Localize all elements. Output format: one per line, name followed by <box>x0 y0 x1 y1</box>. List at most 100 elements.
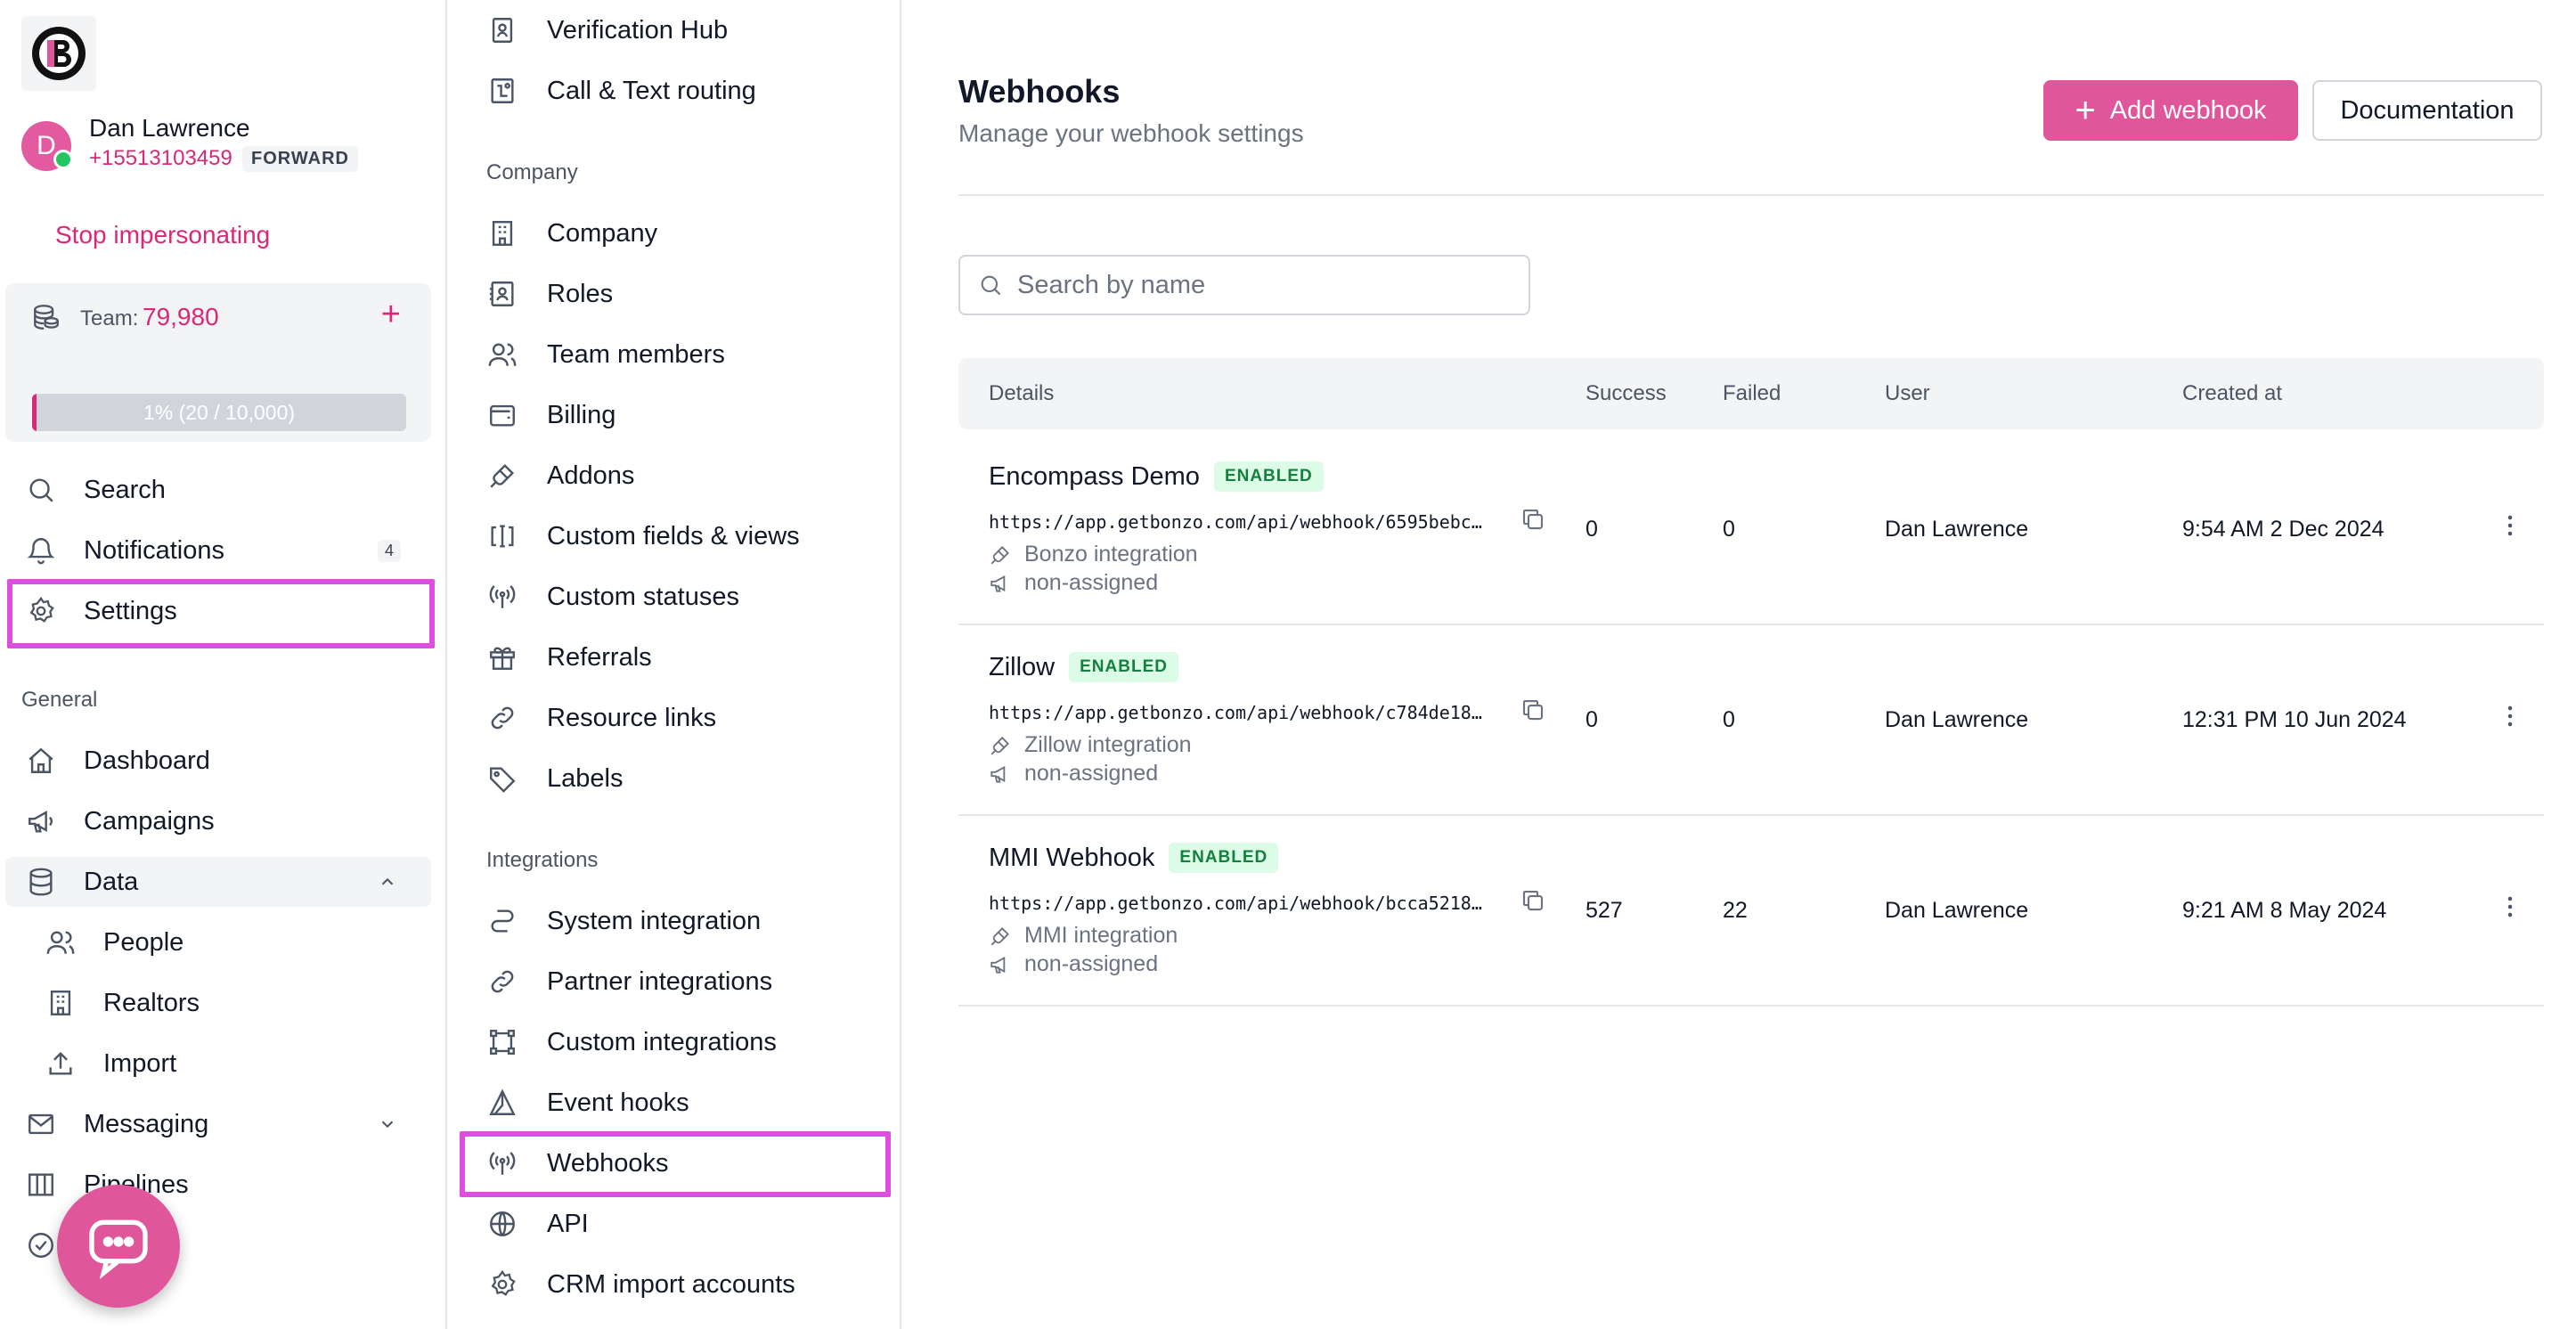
user-phone: +15513103459 <box>89 146 232 170</box>
app-logo[interactable] <box>21 16 96 91</box>
notifications-count-badge: 4 <box>377 539 401 562</box>
search-icon <box>978 273 1003 298</box>
documentation-button[interactable]: Documentation <box>2312 80 2542 141</box>
chat-bubble-icon <box>89 1219 148 1280</box>
integration-info: Zillow integration <box>989 732 1192 758</box>
nav-data[interactable]: Data <box>5 857 431 907</box>
users-icon <box>486 338 518 371</box>
chat-support-button[interactable] <box>57 1185 180 1308</box>
nav-import[interactable]: Import <box>45 1039 451 1088</box>
settings-item-label: Custom statuses <box>547 582 739 611</box>
status-badge: ENABLED <box>1069 652 1178 682</box>
nav-people[interactable]: People <box>45 917 451 967</box>
plus-icon: + <box>2075 91 2096 130</box>
plug-icon <box>486 460 518 492</box>
settings-item-api[interactable]: API <box>486 1199 589 1249</box>
table-row[interactable]: Zillow ENABLED https://app.getbonzo.com/… <box>958 625 2544 816</box>
webhook-name-text: Encompass Demo <box>989 461 1200 491</box>
settings-item-label: Resource links <box>547 703 717 732</box>
nav-search[interactable]: Search <box>25 465 431 515</box>
copy-icon <box>1522 509 1544 530</box>
settings-item-custom-statuses[interactable]: Custom statuses <box>486 572 739 622</box>
megaphone-icon <box>990 575 1006 592</box>
settings-item-partner-integrations[interactable]: Partner integrations <box>486 957 772 1007</box>
settings-item-webhooks[interactable]: Webhooks <box>486 1138 669 1188</box>
integration-label: Zillow integration <box>1024 732 1192 757</box>
nav-campaigns-label: Campaigns <box>84 806 215 836</box>
col-created: Created at <box>2182 381 2283 405</box>
settings-item-referrals[interactable]: Referrals <box>486 632 652 682</box>
success-count: 0 <box>1586 517 1598 542</box>
search-input[interactable] <box>1017 270 1516 300</box>
wallet-icon <box>486 399 518 431</box>
routing-icon <box>486 75 518 107</box>
settings-item-labels[interactable]: Labels <box>486 754 623 803</box>
nav-people-label: People <box>103 927 184 957</box>
settings-item-label: Roles <box>547 279 614 308</box>
webhook-name: MMI Webhook ENABLED <box>989 843 1279 873</box>
col-details: Details <box>989 381 1055 405</box>
nav-notifications[interactable]: Notifications 4 <box>25 526 431 575</box>
settings-item-billing[interactable]: Billing <box>486 390 615 440</box>
stop-impersonating-link[interactable]: Stop impersonating <box>55 221 270 249</box>
add-webhook-button[interactable]: + Add webhook <box>2043 80 2298 141</box>
settings-item-custom-fields[interactable]: Custom fields & views <box>486 511 800 561</box>
failed-count: 0 <box>1723 517 1735 542</box>
integration-label: MMI integration <box>1024 923 1178 948</box>
webhook-name-text: Zillow <box>989 652 1056 681</box>
settings-item-company[interactable]: Company <box>486 208 657 258</box>
user-avatar[interactable]: D <box>21 121 73 171</box>
team-credits-card: Team: 79,980 + 1% (20 / 10,000) <box>5 283 431 442</box>
usage-progress-bar: 1% (20 / 10,000) <box>32 394 406 431</box>
row-menu-button[interactable] <box>2494 700 2526 732</box>
row-menu-button[interactable] <box>2494 510 2526 542</box>
settings-item-label: Labels <box>547 763 624 793</box>
created-at-cell: 9:54 AM 2 Dec 2024 <box>2182 517 2384 542</box>
settings-item-label: Verification Hub <box>547 15 729 45</box>
nav-dashboard-label: Dashboard <box>84 746 210 775</box>
col-user: User <box>1885 381 1930 405</box>
settings-item-team-members[interactable]: Team members <box>486 330 725 379</box>
failed-count: 22 <box>1723 898 1748 923</box>
settings-item-resource-links[interactable]: Resource links <box>486 693 716 743</box>
settings-item-event-hooks[interactable]: Event hooks <box>486 1078 689 1128</box>
user-name: Dan Lawrence <box>89 114 250 142</box>
settings-item-call-text-routing[interactable]: Call & Text routing <box>486 66 756 116</box>
plug-icon <box>990 736 1009 754</box>
table-row[interactable]: MMI Webhook ENABLED https://app.getbonzo… <box>958 816 2544 1007</box>
search-box[interactable] <box>958 255 1530 315</box>
plug-icon <box>990 926 1009 945</box>
settings-item-roles[interactable]: Roles <box>486 269 613 319</box>
settings-item-verification-hub[interactable]: Verification Hub <box>486 5 728 55</box>
copy-url-button[interactable] <box>1520 697 1546 723</box>
add-credits-button[interactable]: + <box>381 298 401 331</box>
integration-info: Bonzo integration <box>989 542 1198 567</box>
nav-realtors[interactable]: Realtors <box>45 978 451 1028</box>
settings-item-label: Company <box>547 218 658 248</box>
settings-item-addons[interactable]: Addons <box>486 451 634 501</box>
nav-settings[interactable]: Settings <box>25 586 431 636</box>
webhook-url: https://app.getbonzo.com/api/webhook/bcc… <box>989 893 1482 914</box>
failed-count: 0 <box>1723 707 1735 732</box>
header-divider <box>958 194 2544 196</box>
id-badge-icon <box>486 14 518 46</box>
swirl-icon <box>486 905 518 937</box>
copy-url-button[interactable] <box>1520 506 1546 533</box>
settings-item-custom-integrations[interactable]: Custom integrations <box>486 1017 777 1067</box>
settings-item-crm-import[interactable]: CRM import accounts <box>486 1260 795 1309</box>
nav-messaging[interactable]: Messaging <box>25 1099 431 1149</box>
created-at-cell: 9:21 AM 8 May 2024 <box>2182 898 2387 923</box>
link-icon <box>486 966 518 998</box>
nav-data-label: Data <box>84 867 139 896</box>
copy-url-button[interactable] <box>1520 887 1546 914</box>
row-menu-button[interactable] <box>2494 891 2526 923</box>
nav-search-label: Search <box>84 475 166 504</box>
main-sidebar: D Dan Lawrence +15513103459 FORWARD Stop… <box>0 0 447 1329</box>
megaphone-icon <box>990 956 1006 974</box>
nav-campaigns[interactable]: Campaigns <box>25 796 431 846</box>
link-icon <box>486 702 518 734</box>
settings-item-system-integration[interactable]: System integration <box>486 896 761 946</box>
usage-progress-text: 1% (20 / 10,000) <box>143 400 296 424</box>
nav-dashboard[interactable]: Dashboard <box>25 736 431 786</box>
table-row[interactable]: Encompass Demo ENABLED https://app.getbo… <box>958 435 2544 625</box>
